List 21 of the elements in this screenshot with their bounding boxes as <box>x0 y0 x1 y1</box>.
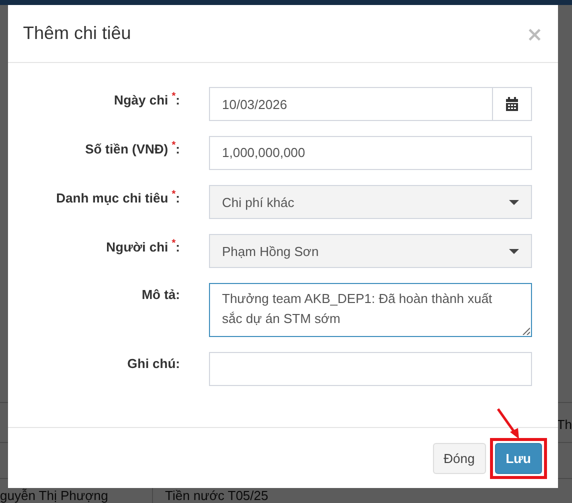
field-label: Mô tả: <box>140 286 180 304</box>
input-field[interactable] <box>209 352 532 386</box>
field-label: Ghi chú: <box>126 355 180 373</box>
save-button[interactable]: Lưu <box>494 442 542 474</box>
field-label: Ngày chi $^{*}$: <box>112 90 180 110</box>
date-field[interactable]: 10/03/2026 <box>209 87 532 121</box>
field-label: Danh mục chi tiêu $^{*}$: <box>55 188 180 208</box>
table-cell-text: Th <box>556 416 572 434</box>
input-field[interactable]: 1,000,000,000 <box>209 136 532 170</box>
caret-icon <box>509 200 519 204</box>
dialog-title: Thêm chi tiêu <box>23 23 132 44</box>
select-field[interactable]: Chi phí khác <box>209 185 532 219</box>
table-cell-text: Tiền nước T05/25 <box>164 487 268 503</box>
resize-grip-icon <box>522 327 530 335</box>
field-label: Số tiền (VNĐ) $^{*}$: <box>84 139 180 158</box>
select-field[interactable]: Phạm Hồng Sơn <box>209 234 532 268</box>
caret-icon <box>509 248 519 254</box>
text-area[interactable]: Thưởng team AKB_DEP1: Đã hoàn thành xuất sắc dự án STM sớm <box>209 283 532 337</box>
calendar-icon <box>505 97 519 111</box>
close-dialog-button[interactable]: Đóng <box>432 442 486 474</box>
field-label: Người chi $^{*}$: <box>105 237 180 256</box>
